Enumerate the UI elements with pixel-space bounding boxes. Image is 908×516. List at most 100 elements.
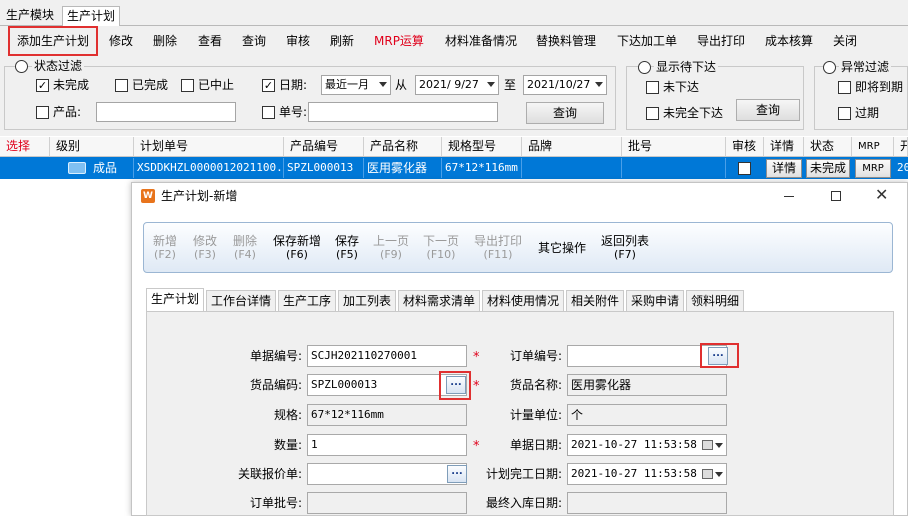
row-audit-checkbox[interactable] — [738, 162, 751, 175]
from-label: 从 — [395, 78, 408, 92]
doc-no-input[interactable] — [308, 102, 498, 122]
grid-header-level[interactable]: 级别 — [50, 137, 134, 157]
doc-no-checkbox[interactable] — [262, 106, 275, 119]
grid-header-product-no[interactable]: 产品编号 — [284, 137, 364, 157]
tab-workbench[interactable]: 工作台详情 — [206, 290, 277, 311]
add-plan-button[interactable]: 添加生产计划 — [17, 30, 89, 52]
grid-header-detail[interactable]: 详情 — [764, 137, 804, 157]
tab-processing-list[interactable]: 加工列表 — [338, 290, 397, 311]
material-prep-button[interactable]: 材料准备情况 — [445, 30, 517, 52]
row-status-button[interactable]: 未完成 — [806, 159, 850, 178]
maximize-icon[interactable] — [831, 191, 841, 201]
grid-header-batch[interactable]: 批号 — [622, 137, 726, 157]
dlg-new-button[interactable]: 新增 (F2) — [153, 234, 177, 262]
dlg-save-button[interactable]: 保存 (F5) — [335, 234, 359, 262]
close-button[interactable]: 关闭 — [833, 30, 857, 52]
grid-header-plan-no[interactable]: 计划单号 — [134, 137, 284, 157]
qty-field[interactable]: 1 — [307, 434, 467, 456]
view-button[interactable]: 查看 — [198, 30, 222, 52]
tab-picking-detail[interactable]: 领料明细 — [686, 290, 745, 311]
mrp-calc-button[interactable]: MRP运算 — [374, 30, 424, 52]
refresh-button[interactable]: 刷新 — [330, 30, 354, 52]
doc-no-label: 单号: — [279, 105, 308, 119]
grid-header-select[interactable]: 选择 — [0, 137, 50, 157]
not-issued-checkbox[interactable] — [646, 81, 659, 94]
product-checkbox[interactable] — [36, 106, 49, 119]
grid-header-status[interactable]: 状态 — [804, 137, 852, 157]
unfinished-checkbox[interactable]: ✓ — [36, 79, 49, 92]
delete-button[interactable]: 删除 — [153, 30, 177, 52]
folder-icon — [68, 162, 86, 174]
grid-header-spec[interactable]: 规格型号 — [442, 137, 522, 157]
goods-code-picker-button[interactable]: ... — [446, 376, 466, 394]
quote-picker-button[interactable]: ... — [447, 465, 467, 483]
product-input[interactable] — [96, 102, 236, 122]
show-pending-radio[interactable] — [638, 61, 651, 74]
grid-header-open[interactable]: 开 — [894, 137, 908, 157]
tab-plan[interactable]: 生产计划 — [146, 288, 205, 312]
edit-button[interactable]: 修改 — [109, 30, 133, 52]
dlg-export-button[interactable]: 导出打印 (F11) — [474, 234, 522, 262]
dialog-title: 生产计划-新增 — [161, 189, 238, 203]
row-batch — [622, 158, 726, 178]
tab-attachments[interactable]: 相关附件 — [566, 290, 625, 311]
dlg-save-new-button[interactable]: 保存新增 (F6) — [273, 234, 321, 262]
query-button[interactable]: 查询 — [242, 30, 266, 52]
row-detail-button[interactable]: 详情 — [766, 159, 802, 178]
doc-date-field[interactable]: 2021-10-27 11:53:58 — [567, 434, 727, 456]
not-fully-issued-checkbox[interactable] — [646, 107, 659, 120]
overdue-label: 过期 — [855, 106, 880, 120]
tab-production-module[interactable]: 生产模块 — [2, 6, 58, 26]
quote-field-label: 关联报价单: — [237, 467, 302, 481]
grid-header-mrp[interactable]: MRP — [852, 137, 894, 157]
filter-query-button[interactable]: 查询 — [526, 102, 604, 124]
spec-field: 67*12*116mm — [307, 404, 467, 426]
doc-date-value: 2021-10-27 11:53:58 — [571, 438, 697, 451]
qty-field-label: 数量: — [273, 438, 302, 452]
date-from-picker[interactable]: 2021/ 9/27 — [415, 75, 499, 95]
close-icon[interactable]: ✕ — [875, 186, 888, 204]
tab-production-plan[interactable]: 生产计划 — [62, 6, 121, 26]
tab-process[interactable]: 生产工序 — [278, 290, 337, 311]
substitute-button[interactable]: 替换料管理 — [536, 30, 596, 52]
dlg-other-button[interactable]: 其它操作 — [538, 241, 586, 255]
pending-query-button[interactable]: 查询 — [736, 99, 800, 121]
dlg-save-label: 保存 — [335, 234, 360, 248]
grid-header-audit[interactable]: 审核 — [726, 137, 764, 157]
quote-field[interactable] — [307, 463, 467, 485]
order-no-field-label: 订单编号: — [509, 349, 562, 363]
minimize-icon[interactable] — [784, 196, 794, 197]
status-filter-radio[interactable] — [15, 60, 28, 73]
overdue-checkbox[interactable] — [838, 107, 851, 120]
row-open: 20 — [897, 161, 908, 174]
grid-header-brand[interactable]: 品牌 — [522, 137, 622, 157]
grid-header-product-name[interactable]: 产品名称 — [364, 137, 442, 157]
finished-checkbox[interactable] — [115, 79, 128, 92]
finish-date-field[interactable]: 2021-10-27 11:53:58 — [567, 463, 727, 485]
suspended-checkbox[interactable] — [181, 79, 194, 92]
near-due-label: 即将到期 — [855, 80, 904, 94]
issue-order-button[interactable]: 下达加工单 — [617, 30, 677, 52]
order-no-picker-button[interactable]: ... — [708, 347, 728, 365]
dlg-export-label: 导出打印 — [474, 234, 523, 248]
tab-purchase-request[interactable]: 采购申请 — [626, 290, 685, 311]
tab-material-demand[interactable]: 材料需求清单 — [398, 290, 481, 311]
date-range-value: 最近一月 — [325, 78, 369, 91]
tab-material-usage[interactable]: 材料使用情况 — [482, 290, 565, 311]
dlg-back-button[interactable]: 返回列表 (F7) — [601, 234, 649, 262]
export-print-button[interactable]: 导出打印 — [697, 30, 745, 52]
dlg-next-button[interactable]: 下一页 (F10) — [423, 234, 459, 262]
row-mrp-button[interactable]: MRP — [855, 159, 891, 178]
date-range-select[interactable]: 最近一月 — [321, 75, 391, 95]
dlg-prev-button[interactable]: 上一页 (F9) — [373, 234, 409, 262]
doc-no-field[interactable]: SCJH202110270001 — [307, 345, 467, 367]
date-to-picker[interactable]: 2021/10/27 — [523, 75, 607, 95]
dlg-delete-button[interactable]: 删除 (F4) — [233, 234, 257, 262]
dlg-edit-button[interactable]: 修改 (F3) — [193, 234, 217, 262]
cost-calc-button[interactable]: 成本核算 — [765, 30, 813, 52]
abnormal-radio[interactable] — [823, 61, 836, 74]
date-checkbox[interactable]: ✓ — [262, 79, 275, 92]
audit-button[interactable]: 审核 — [286, 30, 310, 52]
near-due-checkbox[interactable] — [838, 81, 851, 94]
not-issued-label: 未下达 — [663, 80, 700, 94]
